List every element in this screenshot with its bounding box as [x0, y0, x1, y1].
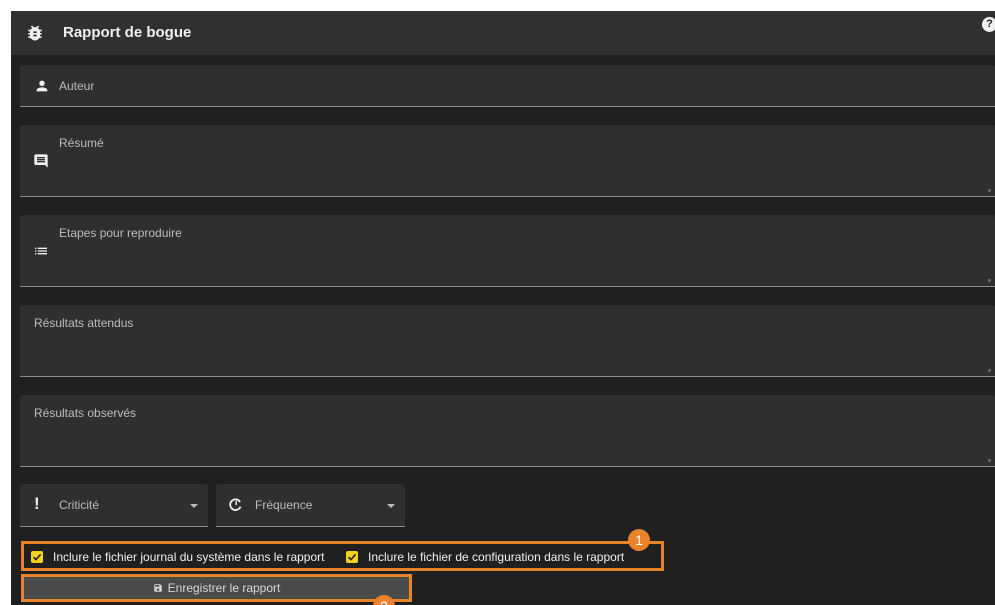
include-syslog-checkbox[interactable]	[31, 551, 43, 563]
resize-grip[interactable]	[988, 369, 991, 372]
save-report-label: Enregistrer le rapport	[167, 581, 281, 595]
checkmark-icon	[347, 553, 357, 561]
title-bar: Rapport de bogue ?	[11, 11, 995, 55]
resize-grip[interactable]	[988, 279, 991, 282]
exclamation-icon: !	[34, 494, 40, 513]
expected-results-field[interactable]: Résultats attendus	[20, 305, 995, 377]
summary-label: Résumé	[59, 136, 104, 150]
include-config-checkbox[interactable]	[346, 551, 358, 563]
checkmark-icon	[32, 553, 42, 561]
bug-icon	[28, 25, 42, 41]
include-syslog-label[interactable]: Inclure le fichier journal du système da…	[53, 550, 324, 564]
floppy-disk-icon	[153, 584, 162, 592]
frequency-label: Fréquence	[255, 498, 313, 512]
bug-report-panel: Rapport de bogue ? Auteur Résumé Etapes …	[11, 11, 995, 605]
include-config-label[interactable]: Inclure le fichier de configuration dans…	[368, 550, 624, 564]
observed-results-label: Résultats observés	[34, 406, 137, 420]
expected-results-label: Résultats attendus	[34, 316, 134, 330]
resize-grip[interactable]	[988, 459, 991, 462]
author-label: Auteur	[59, 79, 95, 93]
steps-field[interactable]: Etapes pour reproduire	[20, 215, 995, 287]
steps-label: Etapes pour reproduire	[59, 226, 182, 240]
chevron-down-icon	[387, 504, 395, 508]
author-field[interactable]: Auteur	[20, 65, 995, 107]
list-icon	[35, 247, 47, 255]
summary-field[interactable]: Résumé	[20, 125, 995, 197]
frequency-select[interactable]: Fréquence	[216, 484, 405, 527]
person-icon	[36, 80, 48, 92]
annotation-badge-1: 1	[628, 529, 650, 551]
help-icon[interactable]: ?	[982, 17, 995, 32]
window-title: Rapport de bogue	[63, 24, 192, 41]
criticality-select[interactable]: ! Criticité	[20, 484, 208, 527]
annotation-highlight-1: Inclure le fichier journal du système da…	[21, 541, 664, 571]
chevron-down-icon	[190, 504, 198, 508]
annotation-highlight-2: Enregistrer le rapport	[21, 574, 412, 602]
save-report-button[interactable]: Enregistrer le rapport	[24, 577, 409, 599]
observed-results-field[interactable]: Résultats observés	[20, 395, 995, 467]
criticality-label: Criticité	[59, 498, 100, 512]
timer-icon	[229, 498, 242, 511]
resize-grip[interactable]	[988, 189, 991, 192]
comment-icon	[34, 154, 48, 168]
